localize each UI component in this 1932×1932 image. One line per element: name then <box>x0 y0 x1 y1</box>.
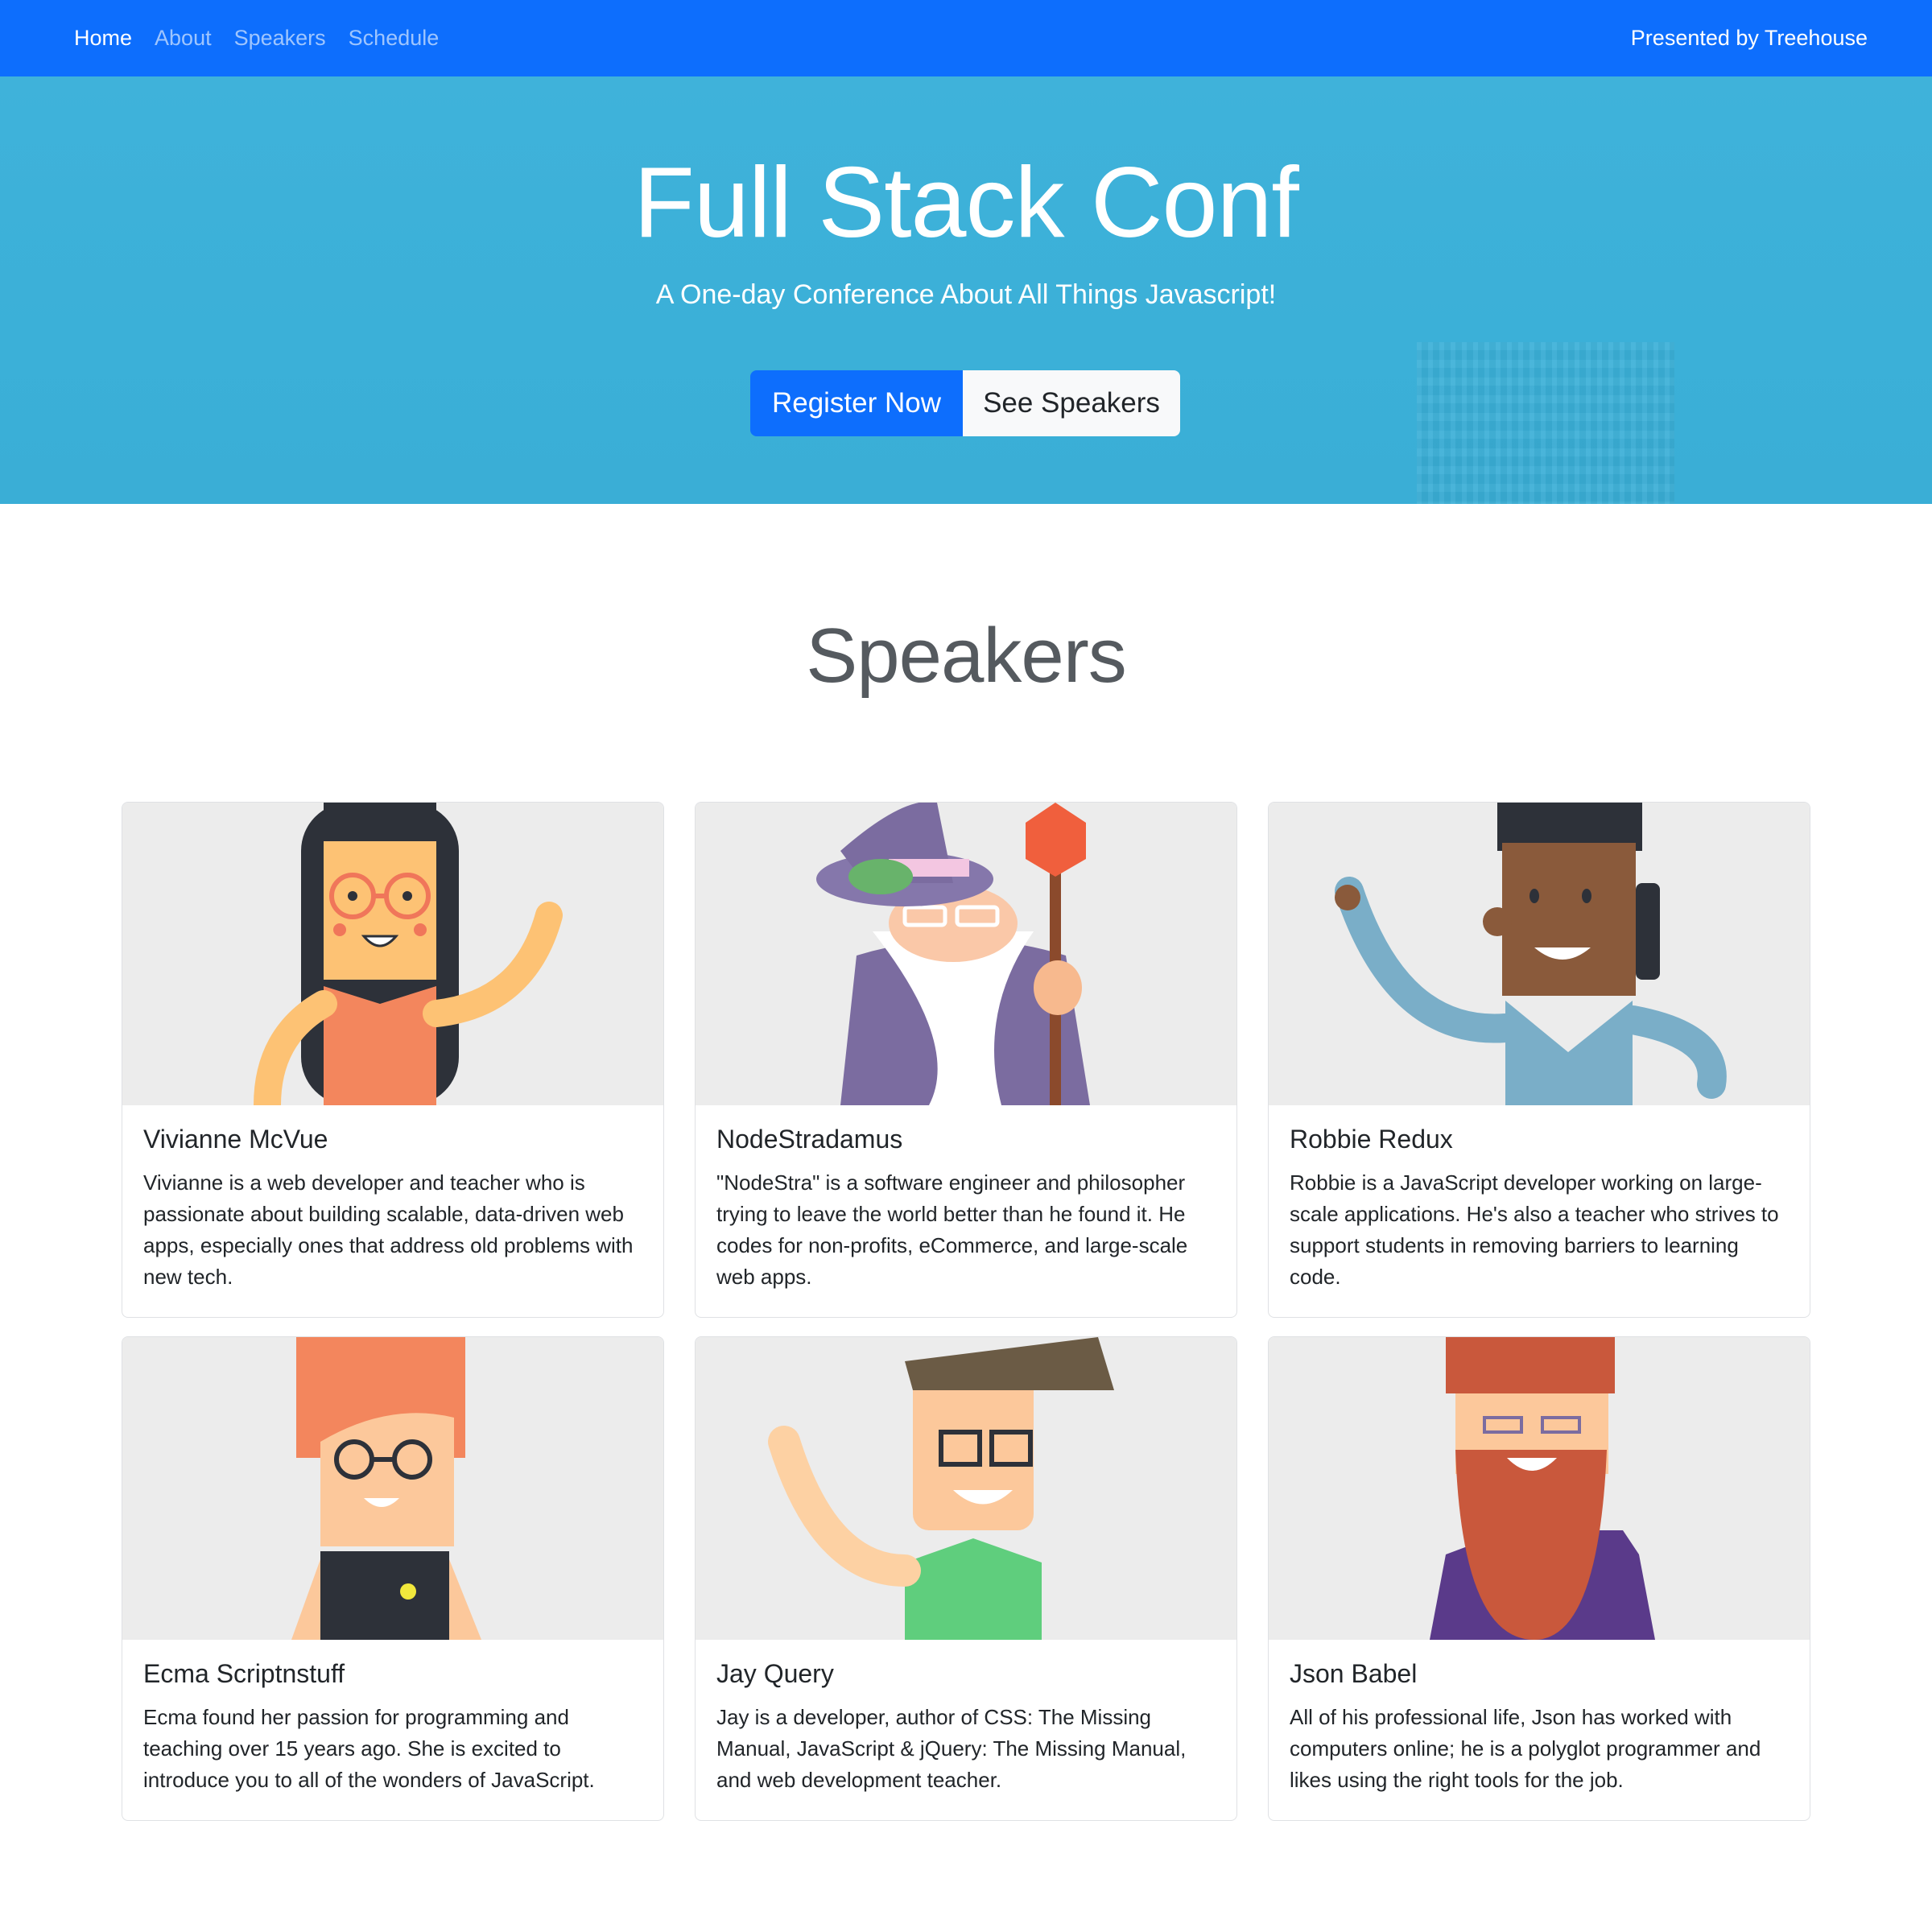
speaker-avatar-image <box>1269 803 1810 1105</box>
speaker-name: Vivianne McVue <box>143 1125 328 1154</box>
hero-background-building <box>1417 342 1674 504</box>
hero-title: Full Stack Conf <box>634 147 1299 258</box>
speaker-avatar-image <box>696 803 1236 1105</box>
speaker-card: Jay Query Jay is a developer, author of … <box>695 1336 1237 1821</box>
speaker-name: Robbie Redux <box>1290 1125 1453 1154</box>
top-navbar: Home About Speakers Schedule Presented b… <box>0 0 1932 76</box>
speaker-name: Json Babel <box>1290 1659 1418 1688</box>
speaker-bio: Vivianne is a web developer and teacher … <box>143 1170 634 1289</box>
hero-button-group: Register Now See Speakers <box>750 370 1180 436</box>
speaker-bio: "NodeStra" is a software engineer and ph… <box>716 1170 1188 1289</box>
nav-links: Home About Speakers Schedule <box>74 26 439 51</box>
speaker-bio: Robbie is a JavaScript developer working… <box>1290 1170 1779 1289</box>
nav-link-schedule[interactable]: Schedule <box>349 26 440 51</box>
speaker-avatar-image <box>696 1337 1236 1640</box>
woman-glasses-waving-avatar <box>254 803 563 1105</box>
speaker-card: Ecma Scriptnstuff Ecma found her passion… <box>122 1336 664 1821</box>
hero-subtitle: A One-day Conference About All Things Ja… <box>655 279 1277 310</box>
man-phone-waving-avatar <box>1335 803 1727 1105</box>
man-glasses-waving-avatar <box>768 1337 1114 1640</box>
woman-red-hair-glasses-avatar <box>291 1337 481 1640</box>
nav-link-home[interactable]: Home <box>74 26 132 51</box>
speaker-card: Robbie Redux Robbie is a JavaScript deve… <box>1268 802 1810 1318</box>
speaker-card: Vivianne McVue Vivianne is a web develop… <box>122 802 664 1318</box>
nav-link-speakers[interactable]: Speakers <box>234 26 326 51</box>
speaker-card: NodeStradamus "NodeStra" is a software e… <box>695 802 1237 1318</box>
speaker-bio: All of his professional life, Json has w… <box>1290 1705 1761 1792</box>
speaker-avatar-image <box>122 803 663 1105</box>
see-speakers-button[interactable]: See Speakers <box>963 370 1180 436</box>
presented-by-text: Presented by Treehouse <box>1630 26 1868 50</box>
speaker-name: NodeStradamus <box>716 1125 903 1154</box>
speaker-avatar-image <box>122 1337 663 1640</box>
speaker-name: Ecma Scriptnstuff <box>143 1659 345 1688</box>
hero-banner: Full Stack Conf A One-day Conference Abo… <box>0 76 1932 504</box>
speaker-card: Json Babel All of his professional life,… <box>1268 1336 1810 1821</box>
speakers-heading: Speakers <box>806 613 1127 699</box>
nav-link-about[interactable]: About <box>155 26 212 51</box>
speaker-avatar-image <box>1269 1337 1810 1640</box>
speaker-bio: Jay is a developer, author of CSS: The M… <box>716 1705 1187 1792</box>
speaker-name: Jay Query <box>716 1659 834 1688</box>
wizard-avatar <box>816 803 1090 1105</box>
speaker-bio: Ecma found her passion for programming a… <box>143 1705 595 1792</box>
register-now-button[interactable]: Register Now <box>750 370 963 436</box>
bearded-man-avatar <box>1430 1337 1655 1640</box>
